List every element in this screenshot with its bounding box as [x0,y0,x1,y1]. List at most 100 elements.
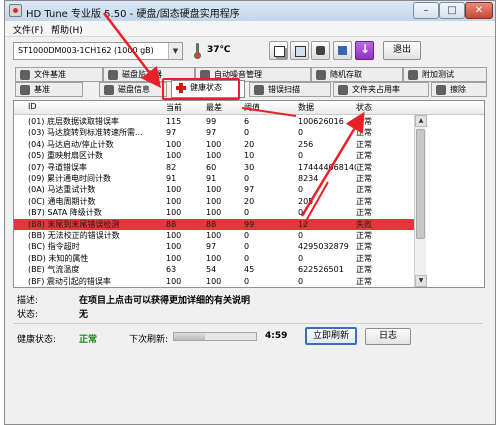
table-cell: 正常 [356,151,372,161]
scroll-down-icon[interactable]: ▼ [415,275,427,287]
copy-text-icon[interactable] [269,41,288,60]
table-cell: 失败 [356,219,372,229]
table-cell: 115 [166,117,182,126]
menu-bar: 文件(F) 帮助(H) [5,21,495,37]
table-cell: 54 [206,265,217,275]
table-row[interactable]: (BC) 指令超时 100 97 0 4295032879 正常 [14,241,414,252]
table-cell: 0 [298,276,304,286]
table-row[interactable]: (01) 底层数据读取错误率 115 99 6 100626016 正常 [14,116,414,127]
table-cell: 100 [206,151,222,161]
title-bar: HD Tune 专业版 5.50 - 硬盘/固态硬盘实用程序 – □ ✕ [5,1,495,21]
table-row[interactable]: (B7) SATA 降级计数 100 100 0 0 正常 [14,207,414,218]
table-row[interactable]: (04) 马达启动/停止计数 100 100 20 256 正常 [14,139,414,150]
table-cell: 0 [244,208,250,218]
table-row[interactable]: (09) 累计通电时间计数 91 91 0 8234 正常 [14,173,414,184]
tab-extra-tests[interactable]: 附加测试 [403,67,487,82]
table-cell: 0 [244,231,250,240]
state-value: 无 [79,310,89,320]
table-cell: 63 [166,265,177,275]
refresh-now-button[interactable]: 立即刷新 [305,327,357,345]
drive-select[interactable]: ST1000DM003-1CH162 (1000 gB) ▼ [13,42,183,60]
table-cell: 622526501 [298,265,344,275]
table-row[interactable]: (BB) 无法校正的错误计数 100 100 0 0 正常 [14,230,414,241]
maximize-button[interactable]: □ [439,2,465,19]
table-cell: 100 [166,151,182,161]
table-row[interactable]: (BD) 未知的属性 100 100 0 0 正常 [14,253,414,264]
window-bottom [5,353,495,413]
save-icon[interactable] [333,41,352,60]
table-cell: 30 [244,162,255,172]
table-cell: 20 [244,139,255,149]
table-cell: (B8) 末尾到末尾错误检测 [28,219,120,229]
table-cell: 0 [244,253,250,263]
table-row[interactable]: (BE) 气流温度 63 54 45 622526501 正常 [14,264,414,275]
health-value: 正常 [79,335,98,345]
table-row[interactable]: (03) 马达旋转到标准转速所需... 97 97 0 0 正常 [14,127,414,138]
table-cell: 45 [244,265,255,275]
chevron-down-icon[interactable]: ▼ [168,43,182,59]
vertical-scrollbar[interactable]: ▲ ▼ [414,115,427,287]
table-cell: 10 [244,151,255,161]
table-cell: 正常 [356,276,372,286]
table-cell: 正常 [356,162,372,172]
tab-folder-usage[interactable]: 文件夹占用率 [333,82,429,97]
tab-benchmark[interactable]: 基准 [15,82,83,97]
table-cell: 100 [206,253,222,263]
table-cell: (BC) 指令超时 [28,242,80,252]
scroll-thumb[interactable] [416,129,425,239]
table-row[interactable]: (07) 寻道错误率 82 60 30 174444068140 正常 [14,162,414,173]
column-header-id[interactable]: ID [28,102,37,111]
table-row[interactable]: (B8) 末尾到末尾错误检测 88 88 99 12 失败 [14,218,414,230]
log-button[interactable]: 日志 [365,328,411,345]
menu-help[interactable]: 帮助(H) [51,23,83,36]
tab-erase[interactable]: 擦除 [431,82,487,97]
close-button[interactable]: ✕ [465,2,493,19]
refresh-countdown: 4:59 [265,331,288,341]
table-cell: (0A) 马达重试计数 [28,185,96,195]
tab-random-access[interactable]: 随机存取 [311,67,403,82]
tab-file-benchmark[interactable]: 文件基准 [15,67,103,82]
table-cell: 0 [298,208,304,218]
column-header-current[interactable]: 当前 [166,102,182,113]
table-cell: (B7) SATA 降级计数 [28,208,102,218]
random-access-icon [316,70,326,80]
camera-icon[interactable] [311,41,330,60]
scroll-up-icon[interactable]: ▲ [415,115,427,127]
annotation-highlight-box [162,78,240,100]
copy-screen-icon[interactable] [290,41,309,60]
table-cell: 88 [206,219,217,229]
column-header-threshold[interactable]: 阈值 [244,102,260,113]
table-cell: 100 [206,208,222,218]
table-cell: (BF) 震动引起的错误率 [28,276,111,286]
table-cell: 0 [298,151,304,161]
column-header-status[interactable]: 状态 [356,102,372,113]
status-bar: 健康状态: 正常 下次刷新: 4:59 立即刷新 日志 [13,323,483,347]
table-cell: 100626016 [298,117,344,126]
download-icon[interactable] [355,41,374,60]
table-cell: 100 [166,139,182,149]
table-cell: 99 [244,219,255,229]
column-header-data[interactable]: 数据 [298,102,314,113]
table-cell: 正常 [356,242,372,252]
table-row[interactable]: (0C) 通电周期计数 100 100 20 205 正常 [14,196,414,207]
table-row[interactable]: (BF) 震动引起的错误率 100 100 0 0 正常 [14,276,414,287]
next-refresh-label: 下次刷新: [129,335,169,345]
toolbar: ST1000DM003-1CH162 (1000 gB) ▼ 37℃ 退出 [5,37,495,65]
table-cell: 6 [244,117,250,126]
table-cell: 100 [166,208,182,218]
exit-button[interactable]: 退出 [383,41,421,60]
menu-file[interactable]: 文件(F) [13,23,43,36]
minimize-button[interactable]: – [413,2,439,19]
window-title: HD Tune 专业版 5.50 - 硬盘/固态硬盘实用程序 [26,9,240,20]
disk-info-icon [104,85,114,95]
table-cell: 100 [206,276,222,286]
table-row[interactable]: (05) 重映射扇区计数 100 100 10 0 正常 [14,150,414,161]
tab-error-scan[interactable]: 错误扫描 [249,82,331,97]
tab-disk-info[interactable]: 磁盘信息 [99,82,167,97]
hd-tune-window: HD Tune 专业版 5.50 - 硬盘/固态硬盘实用程序 – □ ✕ 文件(… [4,0,496,425]
table-cell: 正常 [356,185,372,195]
column-header-worst[interactable]: 最差 [206,102,222,113]
table-row[interactable]: (0A) 马达重试计数 100 100 97 0 正常 [14,184,414,195]
state-label: 状态: [17,310,39,320]
table-cell: 97 [206,242,217,252]
